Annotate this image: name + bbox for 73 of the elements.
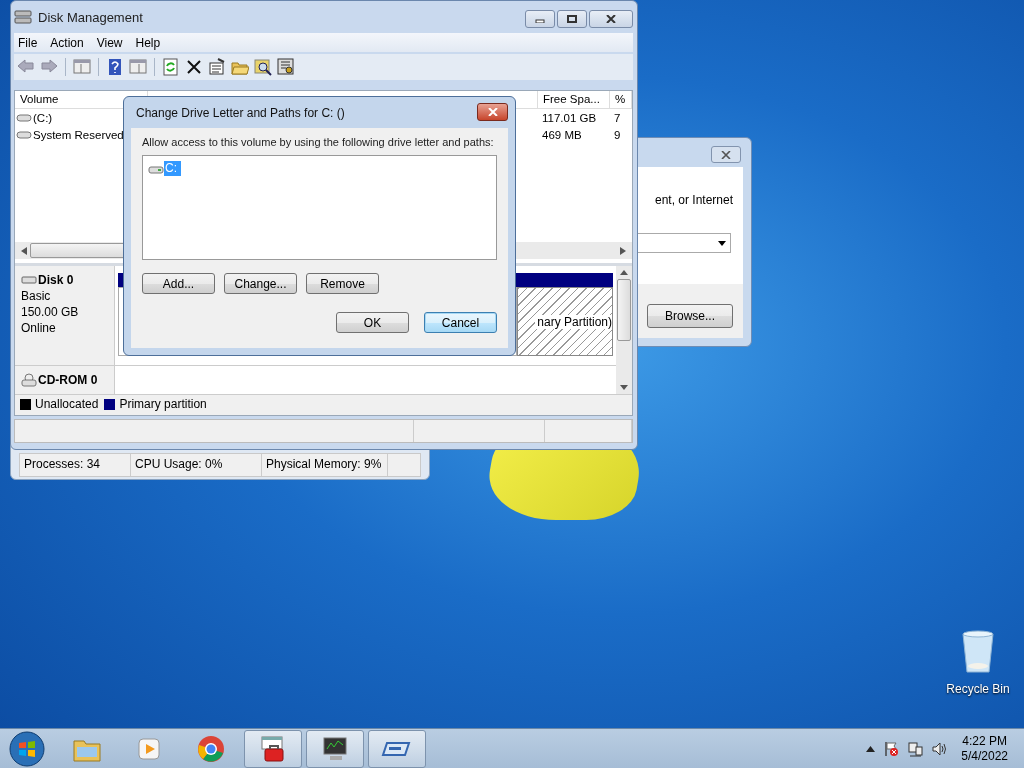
dialog-button[interactable]: Change... xyxy=(224,273,297,294)
icon-label[interactable]: Recycle Bin xyxy=(946,682,1010,696)
scroll-down-icon[interactable] xyxy=(620,385,628,390)
dropdown-field[interactable] xyxy=(636,233,731,253)
dropdown-arrow-icon xyxy=(718,240,726,246)
taskbar-button[interactable] xyxy=(368,729,426,768)
dialog-title: Change Drive Letter and Paths for C: () xyxy=(135,105,345,120)
legend-label: Primary partition xyxy=(119,397,207,411)
disk-detail: 150.00 GB xyxy=(21,305,80,319)
clock[interactable]: 4:22 PM 5/4/2022 xyxy=(961,733,1008,764)
table-cell-text: 7 xyxy=(613,111,622,124)
close-button[interactable] xyxy=(589,10,633,28)
clock-time: 4:22 PM xyxy=(962,733,1007,749)
column-header[interactable]: Free Spa... xyxy=(538,91,610,108)
menu-item[interactable]: Help xyxy=(131,35,170,50)
scroll-right-icon[interactable] xyxy=(620,246,626,255)
table-cell: (C:) xyxy=(33,111,53,124)
column-header[interactable]: % xyxy=(610,91,632,108)
settings-icon[interactable] xyxy=(277,58,295,76)
cd-drive-icon xyxy=(21,373,37,388)
close-icon xyxy=(606,15,616,23)
table-cell-text: 117.01 GB xyxy=(541,111,598,124)
close-icon xyxy=(487,107,498,116)
refresh-icon[interactable] xyxy=(162,58,180,76)
menu-item[interactable]: Action xyxy=(46,35,93,50)
status-text: Physical Memory: 9% xyxy=(262,454,389,476)
dialog-text: ent, or Internet xyxy=(654,193,733,207)
properties-icon[interactable] xyxy=(208,58,226,76)
delete-icon[interactable] xyxy=(185,58,203,76)
disk-name: CD-ROM 0 xyxy=(38,373,98,388)
show-hidden-icons-icon[interactable] xyxy=(866,745,876,752)
close-icon xyxy=(721,150,731,159)
dialog-text: Allow access to this volume by using the following drive letter and paths: xyxy=(142,136,495,148)
taskbar-button[interactable] xyxy=(244,729,302,768)
network-icon[interactable] xyxy=(907,740,924,757)
dialog-button[interactable]: Remove xyxy=(306,273,379,294)
maximize-button[interactable] xyxy=(557,10,587,28)
status-text: Processes: 34 xyxy=(20,454,131,476)
drive-icon xyxy=(21,274,37,286)
legend-label: Unallocated xyxy=(35,397,99,411)
table-cell: System Reserved xyxy=(33,128,124,141)
dialog-button[interactable]: OK xyxy=(336,312,409,333)
speaker-icon[interactable] xyxy=(931,740,948,757)
close-button[interactable] xyxy=(711,146,741,163)
disk-name: Disk 0 xyxy=(38,273,74,287)
disk-detail: Basic xyxy=(21,289,52,303)
forward-arrow-icon[interactable] xyxy=(40,58,58,76)
disk-management-icon xyxy=(14,9,32,25)
window-title: Disk Management xyxy=(38,9,144,25)
scroll-left-icon[interactable] xyxy=(21,246,27,255)
disk-detail: Online xyxy=(21,321,57,335)
scroll-thumb[interactable] xyxy=(617,279,631,341)
back-arrow-icon[interactable] xyxy=(17,58,35,76)
table-cell-text: 9 xyxy=(613,128,622,141)
menu-item[interactable]: File xyxy=(14,35,47,50)
dialog-button[interactable]: Cancel xyxy=(424,312,497,333)
status-text: CPU Usage: 0% xyxy=(131,454,262,476)
close-button[interactable] xyxy=(477,102,508,121)
dialog-button[interactable]: Add... xyxy=(142,273,215,294)
recycle-bin-icon[interactable] xyxy=(960,630,996,674)
maximize-icon xyxy=(567,15,577,23)
partition-label: nary Partition) xyxy=(535,314,612,329)
flag-icon[interactable] xyxy=(883,740,900,757)
vertical-scrollbar[interactable] xyxy=(616,266,632,394)
menu-item[interactable]: View xyxy=(92,35,132,50)
clock-date: 5/4/2022 xyxy=(961,748,1008,764)
scroll-up-icon[interactable] xyxy=(620,270,628,275)
search-icon[interactable] xyxy=(254,58,272,76)
windows-logo-icon xyxy=(9,730,45,767)
table-cell-text: 469 MB xyxy=(541,128,583,141)
taskbar-button[interactable] xyxy=(306,729,364,768)
browse-button[interactable]: Browse... xyxy=(647,304,733,328)
help-icon[interactable] xyxy=(106,58,124,76)
